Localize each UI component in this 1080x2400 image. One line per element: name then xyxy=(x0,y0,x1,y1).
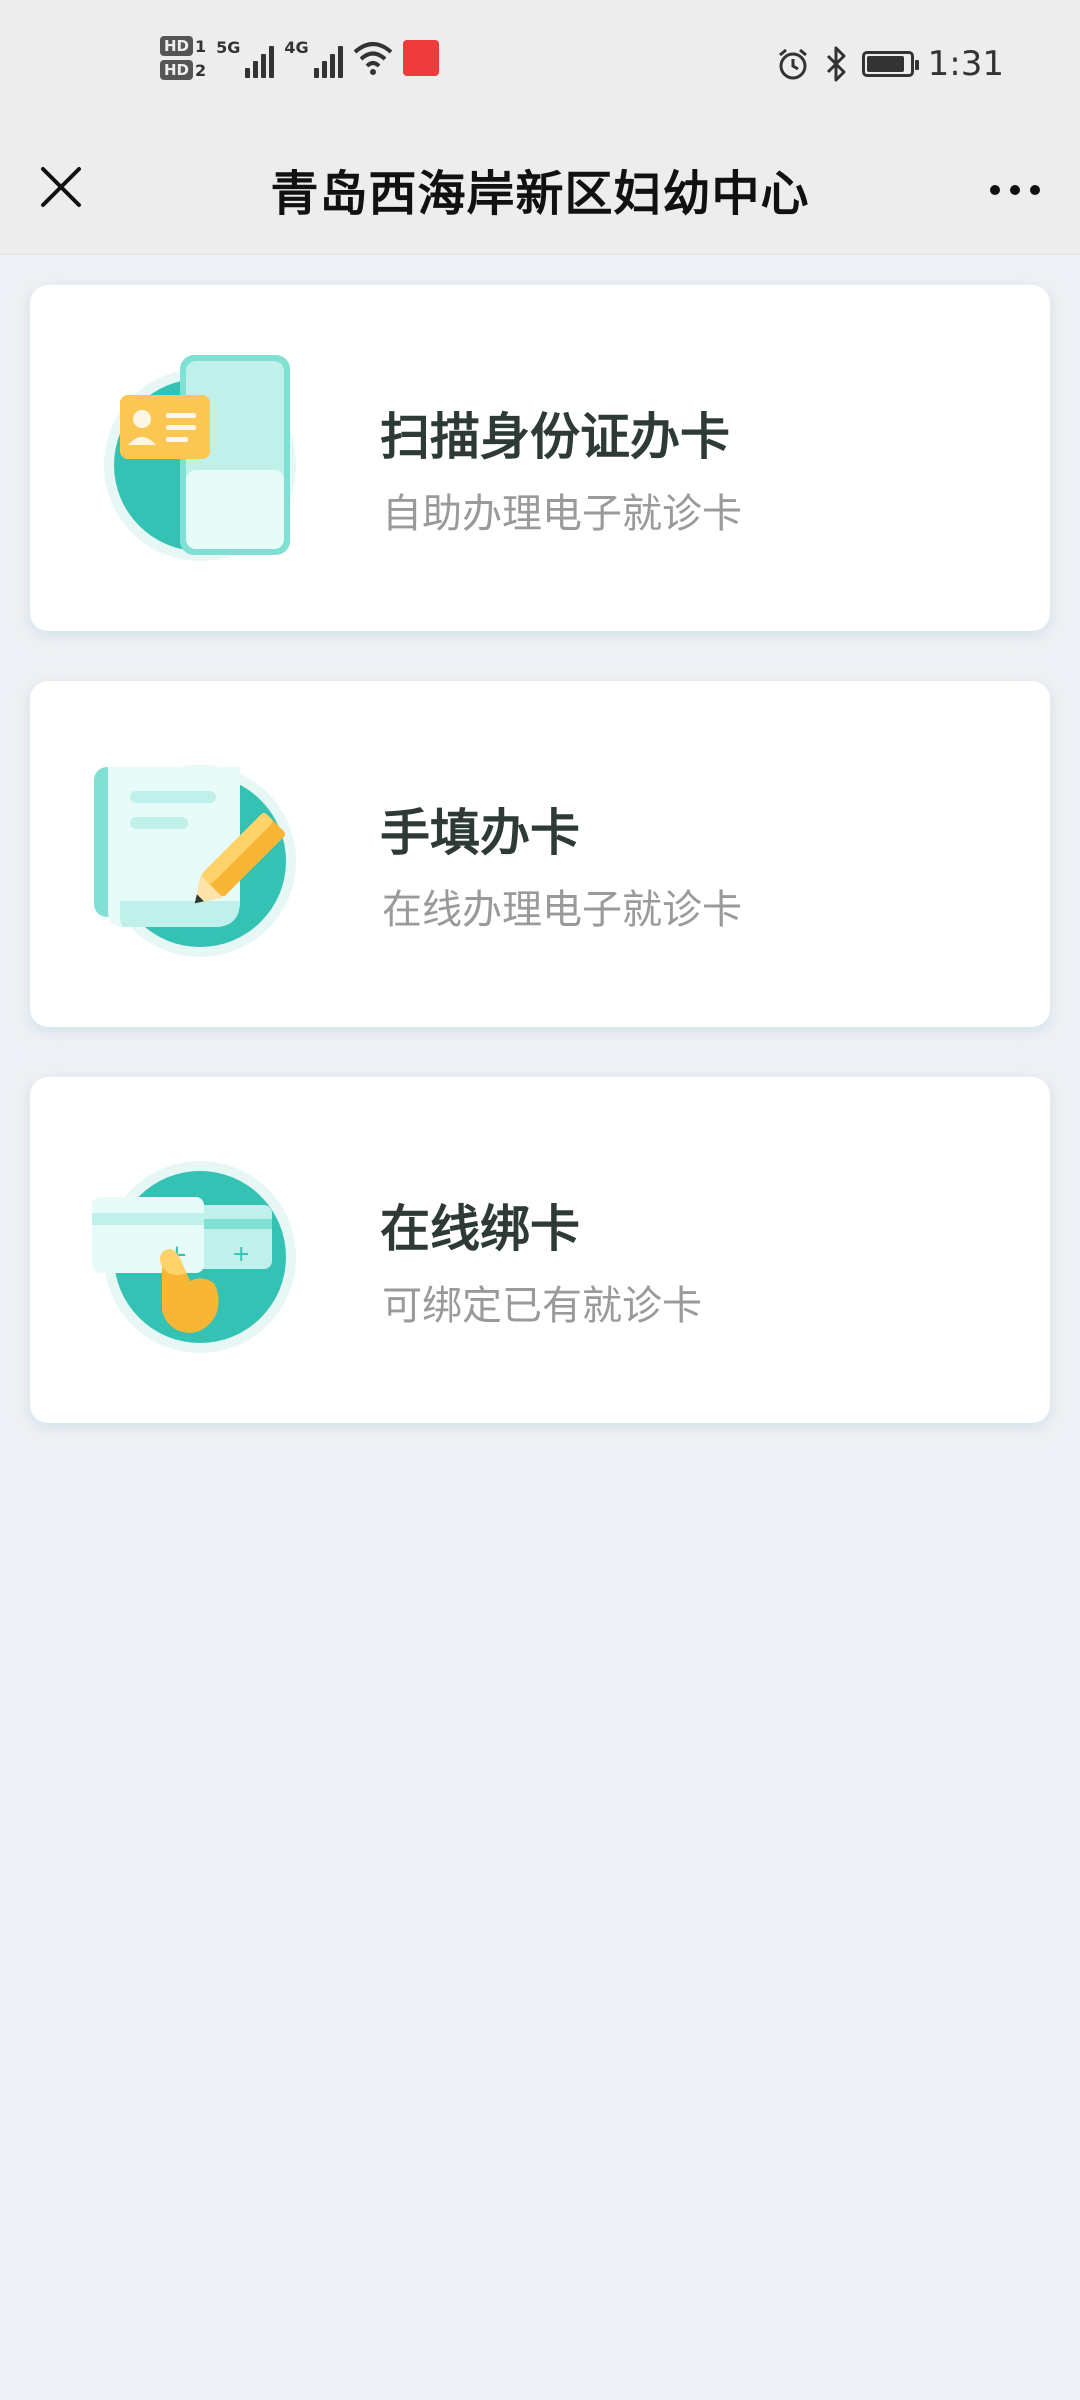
card-online-bind[interactable]: + + 在线绑卡 可绑定已有就诊卡 xyxy=(30,1077,1050,1423)
hd-indicators: HD 1 HD 2 xyxy=(160,36,206,80)
hd2-indicator: HD 2 xyxy=(160,60,206,80)
card-bind-hand-icon: + + xyxy=(92,1161,296,1353)
card-title: 在线绑卡 xyxy=(380,1200,580,1258)
battery-icon xyxy=(861,51,919,77)
app-badge-icon xyxy=(402,40,439,76)
card-scan-id[interactable]: 扫描身份证办卡 自助办理电子就诊卡 xyxy=(30,285,1050,631)
card-subtitle: 自助办理电子就诊卡 xyxy=(382,491,742,537)
signal-4g-icon: 4G xyxy=(284,38,343,78)
clock: 1:31 xyxy=(927,44,1004,84)
card-list: 扫描身份证办卡 自助办理电子就诊卡 手填办卡 在线办理电子就诊卡 + 在线绑卡 … xyxy=(30,285,1050,1473)
card-subtitle: 在线办理电子就诊卡 xyxy=(382,887,742,933)
status-bar: HD 1 HD 2 5G 4G 1:31 xyxy=(0,0,1080,130)
bluetooth-icon xyxy=(826,46,846,82)
more-icon-dot xyxy=(1030,185,1040,195)
more-button[interactable] xyxy=(980,160,1050,220)
status-left-group: HD 1 HD 2 5G 4G xyxy=(160,36,439,80)
page-title: 青岛西海岸新区妇幼中心 xyxy=(270,166,810,222)
more-icon xyxy=(990,185,1000,195)
nav-bar: 青岛西海岸新区妇幼中心 xyxy=(0,130,1080,255)
hd1-indicator: HD 1 xyxy=(160,36,206,56)
card-subtitle: 可绑定已有就诊卡 xyxy=(382,1283,702,1329)
card-title: 手填办卡 xyxy=(380,804,580,862)
status-right-group: 1:31 xyxy=(776,44,1004,84)
more-icon-dot xyxy=(1010,185,1020,195)
card-title: 扫描身份证办卡 xyxy=(380,408,730,466)
id-card-scan-icon xyxy=(104,355,296,561)
svg-text:+: + xyxy=(232,1242,250,1267)
wifi-icon xyxy=(353,42,393,75)
alarm-icon xyxy=(778,48,807,80)
signal-5g-icon: 5G xyxy=(216,38,275,78)
card-manual-fill[interactable]: 手填办卡 在线办理电子就诊卡 xyxy=(30,681,1050,1027)
form-pen-icon xyxy=(94,765,296,957)
